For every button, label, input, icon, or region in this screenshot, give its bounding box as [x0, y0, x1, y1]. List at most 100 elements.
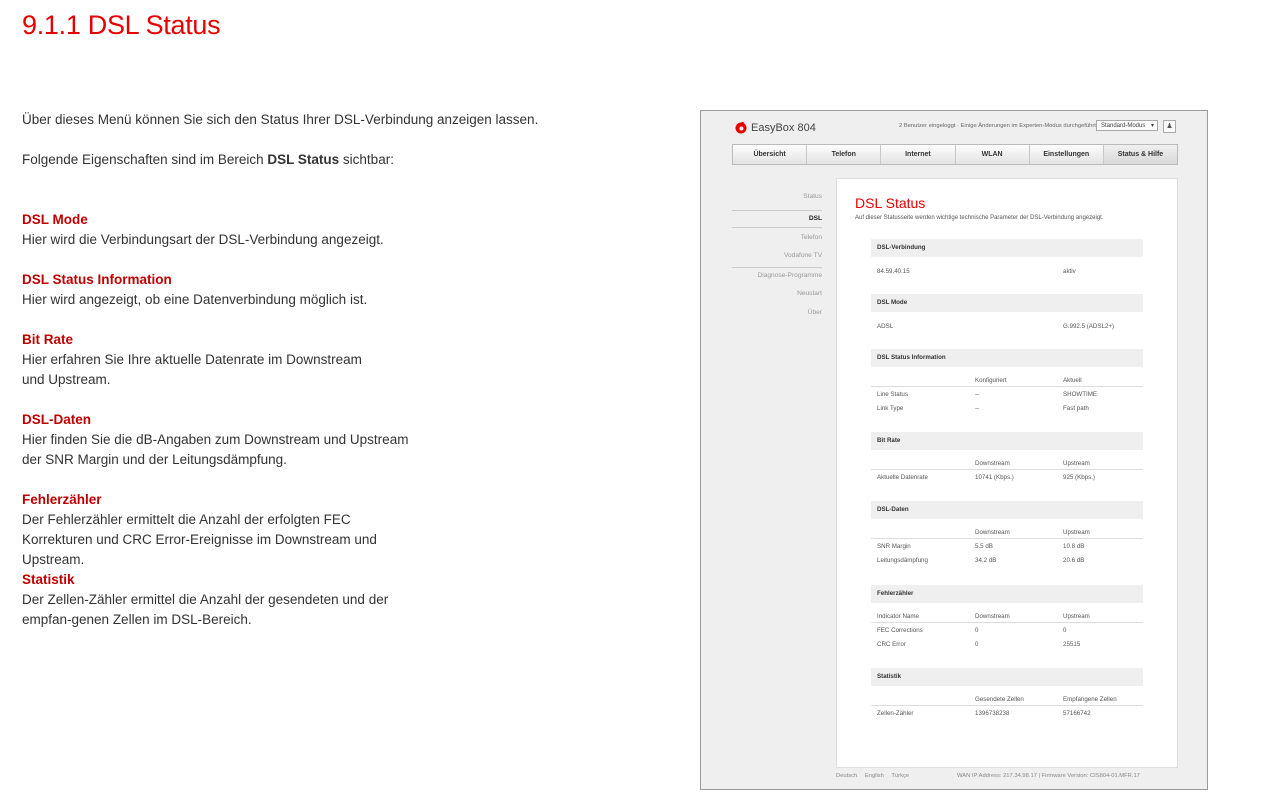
brand-name: EasyBox 804 — [751, 122, 816, 134]
table-cell: -- — [975, 405, 980, 412]
column-header: Downstream — [975, 460, 1010, 467]
section-status-information: DSL Status Information — [871, 349, 1143, 367]
section-dsl-mode: DSL Mode — [871, 294, 1143, 312]
divider — [871, 386, 1143, 387]
table-cell: 10.8 dB — [1063, 543, 1085, 550]
table-cell: 20.6 dB — [1063, 557, 1085, 564]
user-message: 2 Benutzer eingeloggt · Einige Änderunge… — [899, 123, 1096, 129]
property-bit-rate: Bit Rate Hier erfahren Sie Ihre aktuelle … — [22, 330, 382, 390]
table-cell: 25515 — [1063, 641, 1081, 648]
mode-label-cell: ADSL — [877, 323, 894, 330]
divider — [871, 622, 1143, 623]
content-title: DSL Status — [855, 195, 926, 211]
table-cell: 34.2 dB — [975, 557, 997, 564]
lang-link-english[interactable]: English — [865, 773, 884, 779]
table-cell: SNR Margin — [877, 543, 911, 550]
router-screenshot: EasyBox 804 2 Benutzer eingeloggt · Eini… — [700, 110, 1208, 790]
intro-text: Über dieses Menü können Sie sich den Sta… — [22, 112, 539, 127]
property-heading: Bit Rate — [22, 332, 74, 347]
table-cell: 1396738238 — [975, 710, 1010, 717]
property-heading: Fehlerzähler — [22, 492, 102, 507]
sidebar-item-status[interactable]: Status — [732, 189, 822, 208]
table-cell: Leitungsdämpfung — [877, 557, 928, 564]
table-cell: SHOWTIME — [1063, 391, 1098, 398]
property-text: Hier finden Sie die dB-Angaben zum Downs… — [22, 432, 409, 467]
column-header: Konfiguriert — [975, 377, 1007, 384]
divider — [871, 538, 1143, 539]
column-header: Indicator Name — [877, 613, 919, 620]
sidebar-item-vodafone-tv[interactable]: Vodafone TV — [732, 248, 822, 268]
property-dsl-mode: DSL Mode Hier wird die Verbindungsart der… — [22, 210, 452, 250]
chevron-down-icon: ▾ — [1150, 123, 1154, 129]
property-dsl-daten: DSL-Daten Hier finden Sie die dB-Angaben … — [22, 410, 422, 470]
nav-tab-status-hilfe[interactable]: Status & Hilfe — [1103, 145, 1178, 164]
property-heading: DSL Mode — [22, 212, 88, 227]
column-header: Upstream — [1063, 529, 1090, 536]
divider — [871, 469, 1143, 470]
property-heading: DSL-Daten — [22, 412, 92, 427]
property-text: Hier wird angezeigt, ob eine Datenverbin… — [22, 292, 368, 307]
property-text: Der Zellen-Zähler ermittel die Anzahl de… — [22, 592, 389, 627]
sidebar-item-dsl[interactable]: DSL — [732, 209, 822, 228]
property-text: Hier wird die Verbindungsart der DSL-Ver… — [22, 232, 384, 247]
property-heading: Statistik — [22, 572, 75, 587]
property-dsl-status-information: DSL Status Information Hier wird angezeig… — [22, 270, 452, 310]
section-bit-rate: Bit Rate — [871, 432, 1143, 450]
sidebar-item-diagnose[interactable]: Diagnose-Programme — [732, 268, 823, 287]
table-cell: 0 — [975, 627, 979, 634]
nav-tab-wlan[interactable]: WLAN — [956, 145, 1030, 164]
table-cell: 5.5 dB — [975, 543, 993, 550]
main-nav: Übersicht Telefon Internet WLAN Einstell… — [732, 144, 1178, 165]
column-header: Empfangene Zellen — [1063, 696, 1117, 703]
column-header: Upstream — [1063, 460, 1090, 467]
intro-properties-text: Folgende Eigenschaften sind im Bereich D… — [22, 152, 394, 167]
mode-label: Standard-Modus — [1101, 123, 1146, 129]
intro-post: sichtbar: — [339, 152, 394, 167]
column-header: Downstream — [975, 529, 1010, 536]
property-heading: DSL Status Information — [22, 272, 172, 287]
page-title: 9.1.1 DSL Status — [22, 10, 221, 40]
table-cell: Aktuelle Datenrate — [877, 474, 928, 481]
property-text: Hier erfahren Sie Ihre aktuelle Datenrat… — [22, 352, 362, 387]
table-cell: CRC Error — [877, 641, 906, 648]
sidebar-item-neustart[interactable]: Neustart — [732, 286, 822, 305]
user-icon[interactable]: ♟ — [1163, 120, 1176, 133]
vodafone-logo-icon — [735, 121, 747, 134]
ip-address: 84.59.40.15 — [877, 268, 910, 275]
column-header: Downstream — [975, 613, 1010, 620]
sidebar-item-ueber[interactable]: Über — [732, 305, 822, 324]
lang-link-tuerkce[interactable]: Türkçe — [891, 773, 909, 779]
section-dsl-verbindung: DSL-Verbindung — [871, 239, 1143, 257]
content-panel: DSL Status Auf dieser Statusseite werden… — [836, 178, 1178, 768]
table-cell: Zellen-Zähler — [877, 710, 914, 717]
table-cell: 925 (Kbps.) — [1063, 474, 1095, 481]
table-cell: 0 — [975, 641, 979, 648]
column-header: Gesendete Zellen — [975, 696, 1024, 703]
table-cell: Link Type — [877, 405, 904, 412]
section-dsl-daten: DSL-Daten — [871, 501, 1143, 519]
table-cell: 57166742 — [1063, 710, 1091, 717]
table-cell: -- — [975, 391, 980, 398]
table-cell: FEC Corrections — [877, 627, 923, 634]
nav-tab-telefon[interactable]: Telefon — [807, 145, 882, 164]
connection-state: aktiv — [1063, 268, 1076, 275]
lang-link-deutsch[interactable]: Deutsch — [836, 773, 857, 779]
column-header: Upstream — [1063, 613, 1090, 620]
sidebar-item-telefon[interactable]: Telefon — [732, 230, 822, 249]
property-fehlerzaehler: Fehlerzähler Der Fehlerzähler ermittelt d… — [22, 490, 417, 570]
table-cell: Fast path — [1063, 405, 1089, 412]
table-cell: 0 — [1063, 627, 1067, 634]
nav-tab-uebersicht[interactable]: Übersicht — [733, 145, 808, 164]
sidebar: Status DSL Telefon Vodafone TV Diagnose-… — [732, 189, 822, 323]
mode-select[interactable]: Standard-Modus ▾ — [1096, 120, 1158, 131]
nav-tab-einstellungen[interactable]: Einstellungen — [1030, 145, 1104, 164]
section-fehlerzaehler: Fehlerzähler — [871, 585, 1143, 603]
divider — [871, 705, 1143, 706]
intro-pre: Folgende Eigenschaften sind im Bereich — [22, 152, 268, 167]
section-statistik: Statistik — [871, 668, 1143, 686]
nav-tab-internet[interactable]: Internet — [881, 145, 956, 164]
property-text: Der Fehlerzähler ermittelt die Anzahl de… — [22, 512, 377, 567]
property-statistik: Statistik Der Zellen-Zähler ermittel die … — [22, 570, 437, 630]
footer-info: WAN IP Address: 217.34.98.17 | Firmware … — [957, 773, 1140, 779]
intro-bold: DSL Status — [267, 152, 340, 167]
